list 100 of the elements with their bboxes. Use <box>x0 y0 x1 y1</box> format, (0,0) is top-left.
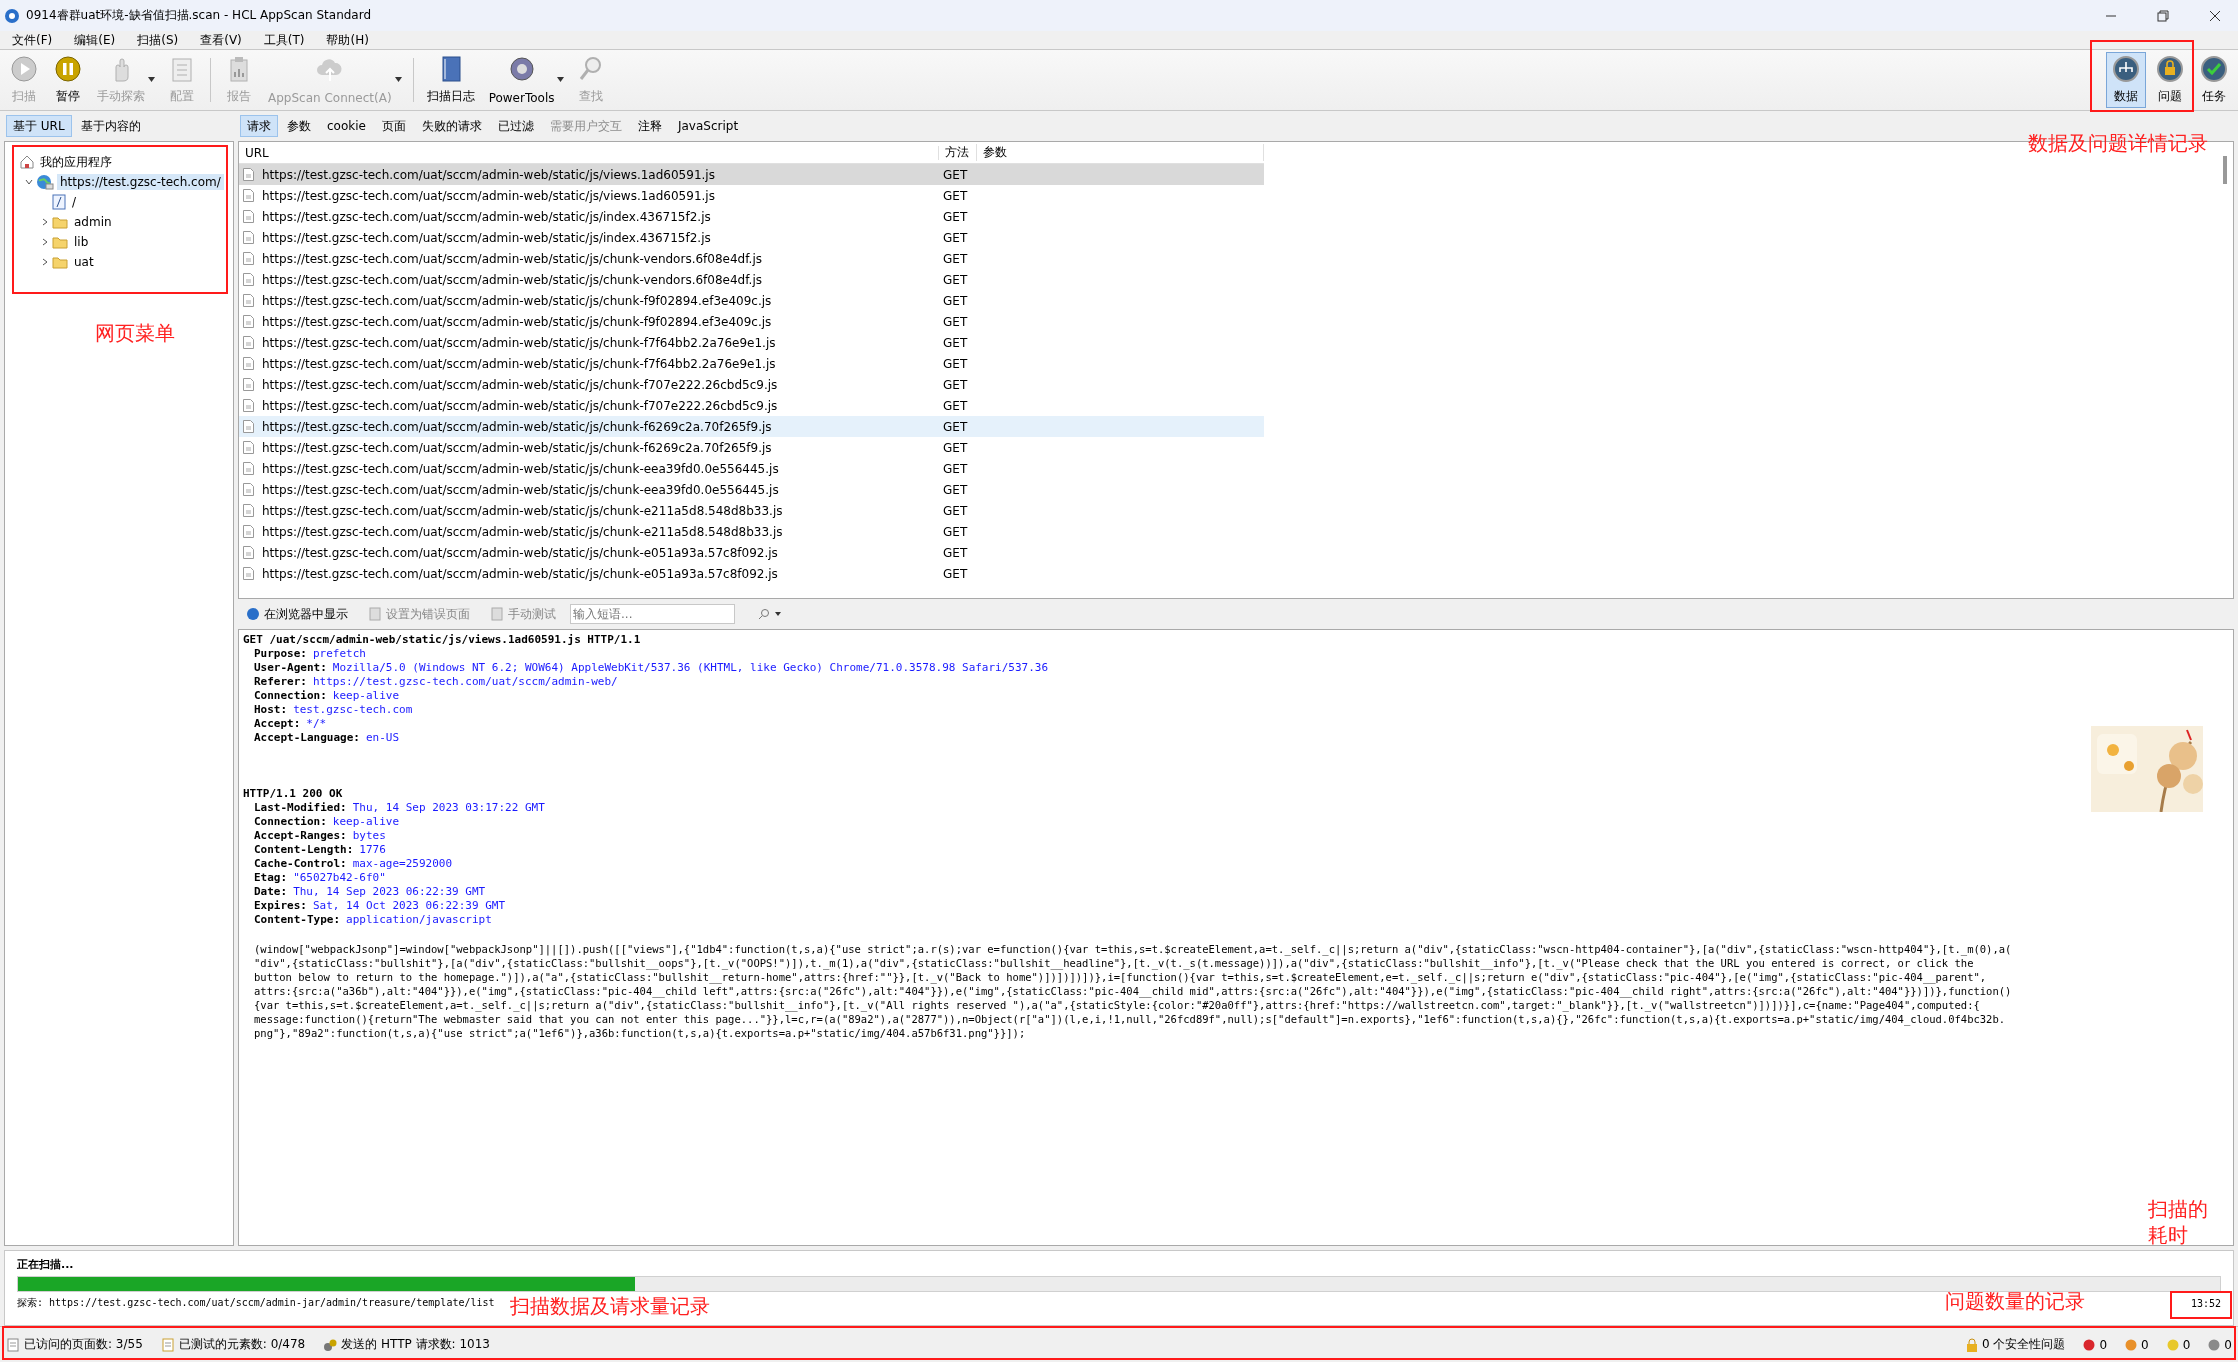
toolbar-button[interactable]: 暂停 <box>48 52 88 108</box>
view-button[interactable]: 数据 <box>2106 52 2146 108</box>
header-name: Content-Type: <box>253 912 341 926</box>
toolbar-button[interactable]: 扫描日志 <box>421 52 480 108</box>
table-row[interactable]: https://test.gzsc-tech.com/uat/sccm/admin-web/static/js/index.436715f2.js GET <box>239 206 1264 227</box>
url-cell-text: https://test.gzsc-tech.com/uat/sccm/admin-web/static/js/chunk-e211a5d8.548d8b33.js <box>261 524 784 539</box>
file-icon <box>243 189 254 202</box>
padlock-icon <box>2156 55 2184 83</box>
header-value: keep-alive <box>331 814 400 828</box>
search-field[interactable]: 输入短语... <box>570 604 735 624</box>
file-icon <box>243 441 254 454</box>
url-cell-text: https://test.gzsc-tech.com/uat/sccm/admin-web/static/js/chunk-vendors.6f08e4df.js <box>261 272 763 287</box>
header-name: Expires: <box>253 898 307 912</box>
issue-count: 0 <box>2224 1337 2232 1352</box>
sitemap-icon <box>2112 55 2140 83</box>
file-icon <box>243 273 254 286</box>
page-icon <box>490 607 504 621</box>
table-row[interactable]: https://test.gzsc-tech.com/uat/sccm/admin-web/static/js/chunk-f9f02894.ef3e409c.js GET <box>239 290 1264 311</box>
method-cell-text: GET <box>942 461 969 476</box>
method-cell-text: GET <box>942 398 969 413</box>
method-cell-text: GET <box>942 293 969 308</box>
file-icon <box>243 231 254 244</box>
method-cell-text: GET <box>942 545 969 560</box>
annotation-text: 扫描数据及请求量记录 <box>510 1293 710 1319</box>
caret-icon[interactable] <box>557 77 565 82</box>
header-value: Mozilla/5.0 (Windows NT 6.2; WOW64) AppleWebKit/537.36 (KHTML, like Gecko) Chrome/71.0.3578.98 Safari/537.36 <box>331 660 1049 674</box>
tab[interactable]: JavaScript <box>670 115 746 137</box>
table-row[interactable]: https://test.gzsc-tech.com/uat/sccm/admin-web/static/js/chunk-f707e222.26cbd5c9.js GET <box>239 395 1264 416</box>
search-icon[interactable] <box>757 608 783 620</box>
table-row[interactable]: https://test.gzsc-tech.com/uat/sccm/admin-web/static/js/chunk-f707e222.26cbd5c9.js GET <box>239 374 1264 395</box>
table-row[interactable]: https://test.gzsc-tech.com/uat/sccm/admin-web/static/js/chunk-e051a93a.57c8f092.js GET <box>239 563 1264 584</box>
tab[interactable]: 参数 <box>280 115 318 137</box>
file-icon <box>243 210 254 223</box>
url-cell-text: https://test.gzsc-tech.com/uat/sccm/admin-web/static/js/chunk-f7f64bb2.2a76e9e1.js <box>261 335 777 350</box>
table-row[interactable]: https://test.gzsc-tech.com/uat/sccm/admin-web/static/js/chunk-f7f64bb2.2a76e9e1.js GET <box>239 332 1264 353</box>
column-header[interactable]: 参数 <box>977 144 1264 161</box>
menu-item[interactable]: 查看(V) <box>200 31 242 49</box>
file-icon <box>243 462 254 475</box>
tab[interactable]: 基于内容的 <box>73 115 148 137</box>
table-row[interactable]: https://test.gzsc-tech.com/uat/sccm/admin-web/static/js/chunk-vendors.6f08e4df.js GET <box>239 248 1264 269</box>
file-icon <box>243 483 254 496</box>
table-row[interactable]: https://test.gzsc-tech.com/uat/sccm/admin-web/static/js/views.1ad60591.js GET <box>239 164 1264 185</box>
table-row[interactable]: https://test.gzsc-tech.com/uat/sccm/admin-web/static/js/chunk-f9f02894.ef3e409c.js GET <box>239 311 1264 332</box>
menu-item[interactable]: 文件(F) <box>12 31 53 49</box>
table-row[interactable]: https://test.gzsc-tech.com/uat/sccm/admin-web/static/js/chunk-eea39fd0.0e556445.js GET <box>239 458 1264 479</box>
table-row[interactable]: https://test.gzsc-tech.com/uat/sccm/admin-web/static/js/chunk-f7f64bb2.2a76e9e1.js GET <box>239 353 1264 374</box>
tab[interactable]: 请求 <box>240 115 278 137</box>
table-row[interactable]: https://test.gzsc-tech.com/uat/sccm/admin-web/static/js/index.436715f2.js GET <box>239 227 1264 248</box>
table-row[interactable]: https://test.gzsc-tech.com/uat/sccm/admin-web/static/js/chunk-vendors.6f08e4df.js GET <box>239 269 1264 290</box>
annotation-text: 数据及问题详情记录 <box>2028 130 2208 156</box>
table-row[interactable]: https://test.gzsc-tech.com/uat/sccm/admin-web/static/js/chunk-f6269c2a.70f265f9.js GET <box>239 416 1264 437</box>
pause-icon <box>54 55 82 83</box>
tab[interactable]: 页面 <box>374 115 413 137</box>
menu-item[interactable]: 帮助(H) <box>326 31 369 49</box>
tree-item[interactable]: uat <box>71 254 97 270</box>
column-header[interactable]: 方法 <box>939 144 977 161</box>
status-text: 发送的 HTTP 请求数: 1013 <box>341 1336 490 1353</box>
tab[interactable]: 已过滤 <box>490 115 541 137</box>
app-logo-icon <box>4 7 20 24</box>
header-value: https://test.gzsc-tech.com/uat/sccm/admin-web/ <box>312 674 618 688</box>
close-icon[interactable] <box>2209 9 2221 22</box>
status-line: HTTP/1.1 200 OK <box>243 786 343 800</box>
table-row[interactable]: https://test.gzsc-tech.com/uat/sccm/admin-web/static/js/views.1ad60591.js GET <box>239 185 1264 206</box>
table-row[interactable]: https://test.gzsc-tech.com/uat/sccm/admin-web/static/js/chunk-e211a5d8.548d8b33.js GET <box>239 500 1264 521</box>
restore-icon[interactable] <box>2157 9 2169 22</box>
table-row[interactable]: https://test.gzsc-tech.com/uat/sccm/admin-web/static/js/chunk-e211a5d8.548d8b33.js GET <box>239 521 1264 542</box>
menu-item[interactable]: 扫描(S) <box>137 31 179 49</box>
url-cell-text: https://test.gzsc-tech.com/uat/sccm/admin-web/static/js/index.436715f2.js <box>261 209 712 224</box>
tree-item[interactable]: lib <box>71 234 92 250</box>
menu-item[interactable]: 编辑(E) <box>74 31 116 49</box>
header-name: Last-Modified: <box>253 800 347 814</box>
tree-item[interactable]: / <box>69 194 80 210</box>
menu-item[interactable]: 工具(T) <box>263 31 305 49</box>
header-name: Accept-Ranges: <box>253 828 347 842</box>
table-row[interactable]: https://test.gzsc-tech.com/uat/sccm/admin-web/static/js/chunk-eea39fd0.0e556445.js GET <box>239 479 1264 500</box>
tree-item[interactable]: 我的应用程序 <box>37 152 115 172</box>
toolbar-button[interactable]: 在浏览器中显示 <box>240 604 354 624</box>
header-value: max-age=2592000 <box>351 856 453 870</box>
header-value: Thu, 14 Sep 2023 06:22:39 GMT <box>292 884 486 898</box>
request-line: GET /uat/sccm/admin-web/static/js/views.1ad60591.js HTTP/1.1 <box>243 632 641 646</box>
table-row[interactable]: https://test.gzsc-tech.com/uat/sccm/admin-web/static/js/chunk-f6269c2a.70f265f9.js GET <box>239 437 1264 458</box>
page-icon <box>52 194 66 210</box>
view-button[interactable]: 问题 <box>2150 52 2190 108</box>
folder-icon <box>52 215 68 229</box>
gears-icon <box>323 1337 338 1352</box>
tab[interactable]: cookie <box>320 115 373 137</box>
tab[interactable]: 基于 URL <box>6 115 72 137</box>
view-button[interactable]: 任务 <box>2194 52 2234 108</box>
url-cell-text: https://test.gzsc-tech.com/uat/sccm/admin-web/static/js/chunk-f707e222.26cbd5c9.js <box>261 377 779 392</box>
column-header[interactable]: URL <box>239 145 939 160</box>
tab[interactable]: 失败的请求 <box>414 115 489 137</box>
tree-item[interactable]: admin <box>71 214 115 230</box>
toolbar-button[interactable]: PowerTools <box>483 52 568 108</box>
url-cell-text: https://test.gzsc-tech.com/uat/sccm/admin-web/static/js/chunk-e051a93a.57c8f092.js <box>261 545 779 560</box>
header-name: Accept: <box>253 716 301 730</box>
table-row[interactable]: https://test.gzsc-tech.com/uat/sccm/admin-web/static/js/chunk-e051a93a.57c8f092.js GET <box>239 542 1264 563</box>
tab[interactable]: 注释 <box>630 115 669 137</box>
tree-item[interactable]: https://test.gzsc-tech.com/ <box>57 174 224 190</box>
window-title: 0914睿群uat环境-缺省值扫描.scan - HCL AppScan Standard <box>26 7 373 24</box>
form-icon <box>160 1337 175 1352</box>
